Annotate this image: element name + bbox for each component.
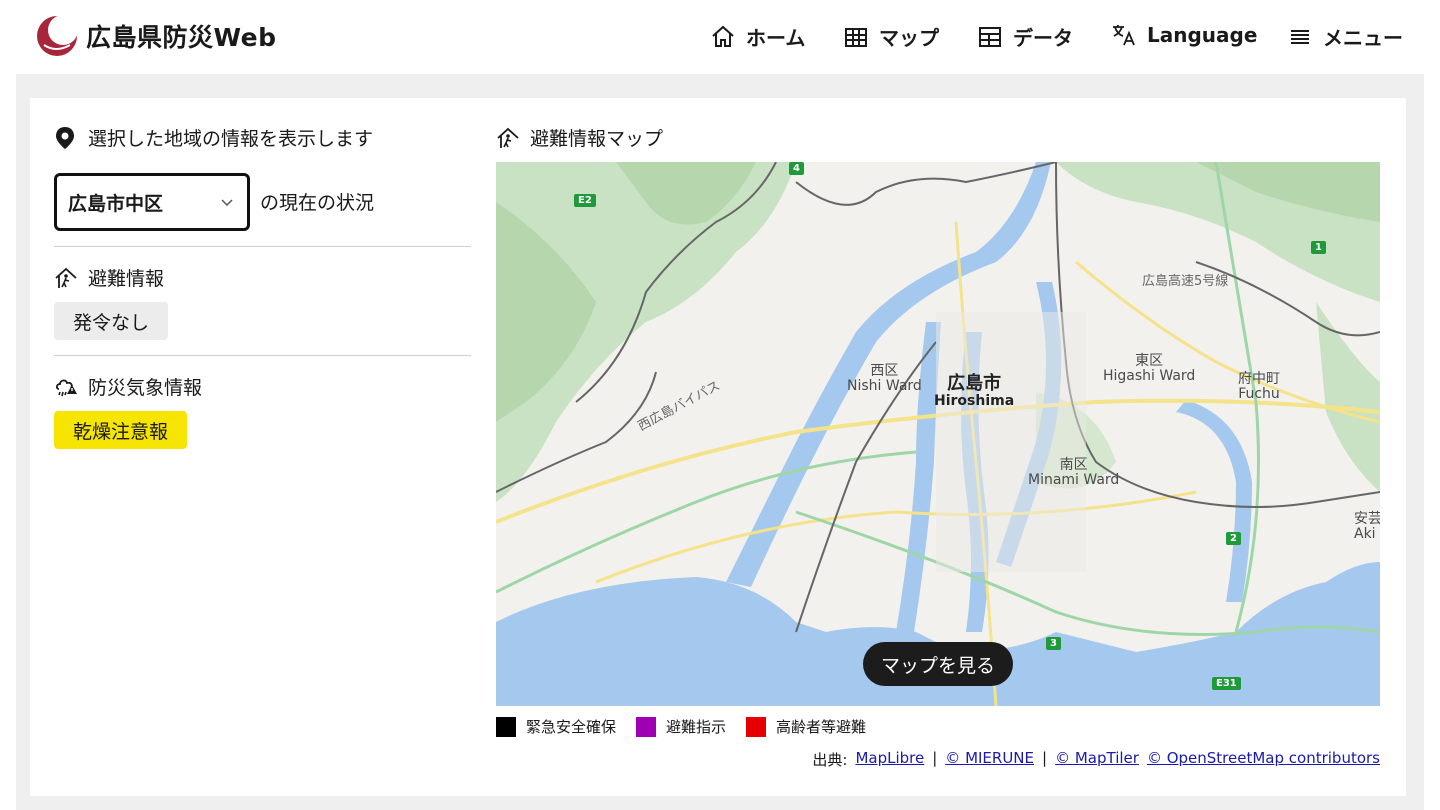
evacuation-house-icon — [55, 267, 77, 288]
map-label-fuchu: 府中町 Fuchu — [1238, 371, 1280, 403]
map-label-city-ja: 広島市 — [947, 373, 1002, 394]
evacuation-status-text: 発令なし — [73, 311, 150, 334]
map-icon — [845, 27, 867, 47]
evacuation-status-badge: 発令なし — [54, 302, 169, 340]
legend-swatch — [636, 716, 657, 737]
chevron-down-icon — [221, 199, 233, 207]
legend-swatch — [746, 716, 767, 737]
route-shield: 3 — [1046, 637, 1061, 650]
attribution-link-mierune[interactable]: © MIERUNE — [945, 749, 1034, 770]
home-icon — [712, 25, 734, 47]
legend-label: 避難指示 — [666, 718, 727, 736]
map-label-aki: 安芸 Aki W — [1354, 511, 1380, 543]
nav-language[interactable]: Language — [1111, 22, 1257, 48]
region-heading-text: 選択した地域の情報を表示します — [88, 128, 374, 150]
route-shield: 4 — [789, 162, 804, 175]
map-attribution: 出典: MapLibre | © MIERUNE | © MapTiler © … — [812, 749, 1380, 770]
weather-advisory-text: 乾燥注意報 — [73, 420, 169, 443]
region-heading: 選択した地域の情報を表示します — [54, 124, 373, 151]
site-title: 広島県防災Web — [86, 23, 277, 52]
map-label-nishi-en: Nishi Ward — [847, 378, 922, 395]
site-header: 広島県防災Web ホーム マップ データ Language メニュー — [0, 0, 1440, 74]
legend-swatch — [496, 716, 516, 737]
attribution-separator: | — [1042, 749, 1048, 767]
region-select[interactable]: 広島市中区 — [54, 173, 250, 231]
evacuation-title-text: 避難情報 — [88, 268, 165, 290]
legend-label: 高齢者等避難 — [776, 718, 867, 736]
map-label-minami: 南区 Minami Ward — [1028, 457, 1120, 489]
map-label-city-en: Hiroshima — [934, 392, 1015, 409]
location-pin-icon — [56, 126, 74, 149]
nav-data[interactable]: データ — [977, 22, 1073, 51]
evacuation-title: 避難情報 — [54, 264, 164, 291]
legend-label: 緊急安全確保 — [526, 718, 617, 736]
nav-language-label: Language — [1147, 23, 1258, 47]
nav-map-label: マップ — [879, 26, 939, 50]
divider — [54, 246, 471, 247]
hamburger-icon — [1291, 29, 1309, 44]
translate-icon — [1113, 25, 1135, 46]
map-label-fuchu-en: Fuchu — [1238, 386, 1280, 403]
map-legend: 緊急安全確保 避難指示 高齢者等避難 — [496, 716, 886, 737]
map-label-higashi-ja: 東区 — [1135, 353, 1164, 369]
region-select-value: 広島市中区 — [68, 192, 164, 215]
route-shield: 1 — [1311, 241, 1326, 254]
site-logo[interactable]: 広島県防災Web — [36, 15, 277, 57]
map-label-expressway: 広島高速5号線 — [1142, 274, 1229, 289]
attribution-link-maplibre[interactable]: MapLibre — [855, 749, 924, 770]
nav-home[interactable]: ホーム — [710, 22, 805, 51]
map-label-aki-ja: 安芸 — [1354, 511, 1380, 527]
attribution-prefix: 出典: — [812, 751, 848, 769]
weather-advisory-badge: 乾燥注意報 — [54, 411, 188, 449]
weather-title: 防災気象情報 — [54, 373, 202, 400]
nav-menu[interactable]: メニュー — [1287, 22, 1403, 51]
map-title: 避難情報マップ — [496, 124, 663, 151]
nav-map[interactable]: マップ — [843, 22, 939, 51]
divider — [54, 355, 471, 356]
attribution-separator: | — [932, 749, 938, 767]
attribution-link-maptiler[interactable]: © MapTiler — [1055, 749, 1139, 770]
legend-item: 避難指示 — [636, 716, 726, 737]
weather-title-text: 防災気象情報 — [88, 377, 203, 399]
map-label-aki-en: Aki W — [1354, 526, 1380, 543]
map-label-minami-en: Minami Ward — [1028, 472, 1120, 489]
nav-data-label: データ — [1013, 26, 1073, 50]
nav-menu-label: メニュー — [1323, 26, 1403, 50]
map-label-higashi-en: Higashi Ward — [1103, 368, 1196, 385]
attribution-link-osm[interactable]: © OpenStreetMap contributors — [1147, 749, 1380, 770]
view-map-button[interactable]: マップを見る — [863, 642, 1013, 686]
map-title-text: 避難情報マップ — [530, 128, 664, 150]
map-basemap — [496, 162, 1380, 706]
evacuation-map[interactable]: 4 E2 1 2 3 E31 西区 Nishi Ward 広島市 Hiroshi… — [496, 162, 1380, 706]
map-label-nishi-ja: 西区 — [870, 363, 899, 379]
table-icon — [979, 26, 1001, 47]
route-shield: 2 — [1226, 532, 1241, 545]
legend-item: 高齢者等避難 — [746, 716, 866, 737]
storm-warning-icon — [55, 379, 77, 396]
map-label-nishi: 西区 Nishi Ward — [847, 363, 922, 395]
map-label-minami-ja: 南区 — [1059, 457, 1088, 473]
map-label-higashi: 東区 Higashi Ward — [1103, 353, 1196, 385]
nav-home-label: ホーム — [746, 26, 806, 50]
route-shield: E31 — [1212, 677, 1241, 690]
logo-icon — [37, 15, 78, 56]
evacuation-house-icon — [497, 127, 519, 148]
region-status-suffix: の現在の状況 — [260, 192, 375, 214]
map-label-city: 広島市 Hiroshima — [934, 374, 1014, 409]
route-shield: E2 — [574, 194, 596, 207]
map-label-fuchu-ja: 府中町 — [1238, 371, 1280, 387]
legend-item: 緊急安全確保 — [496, 716, 616, 737]
